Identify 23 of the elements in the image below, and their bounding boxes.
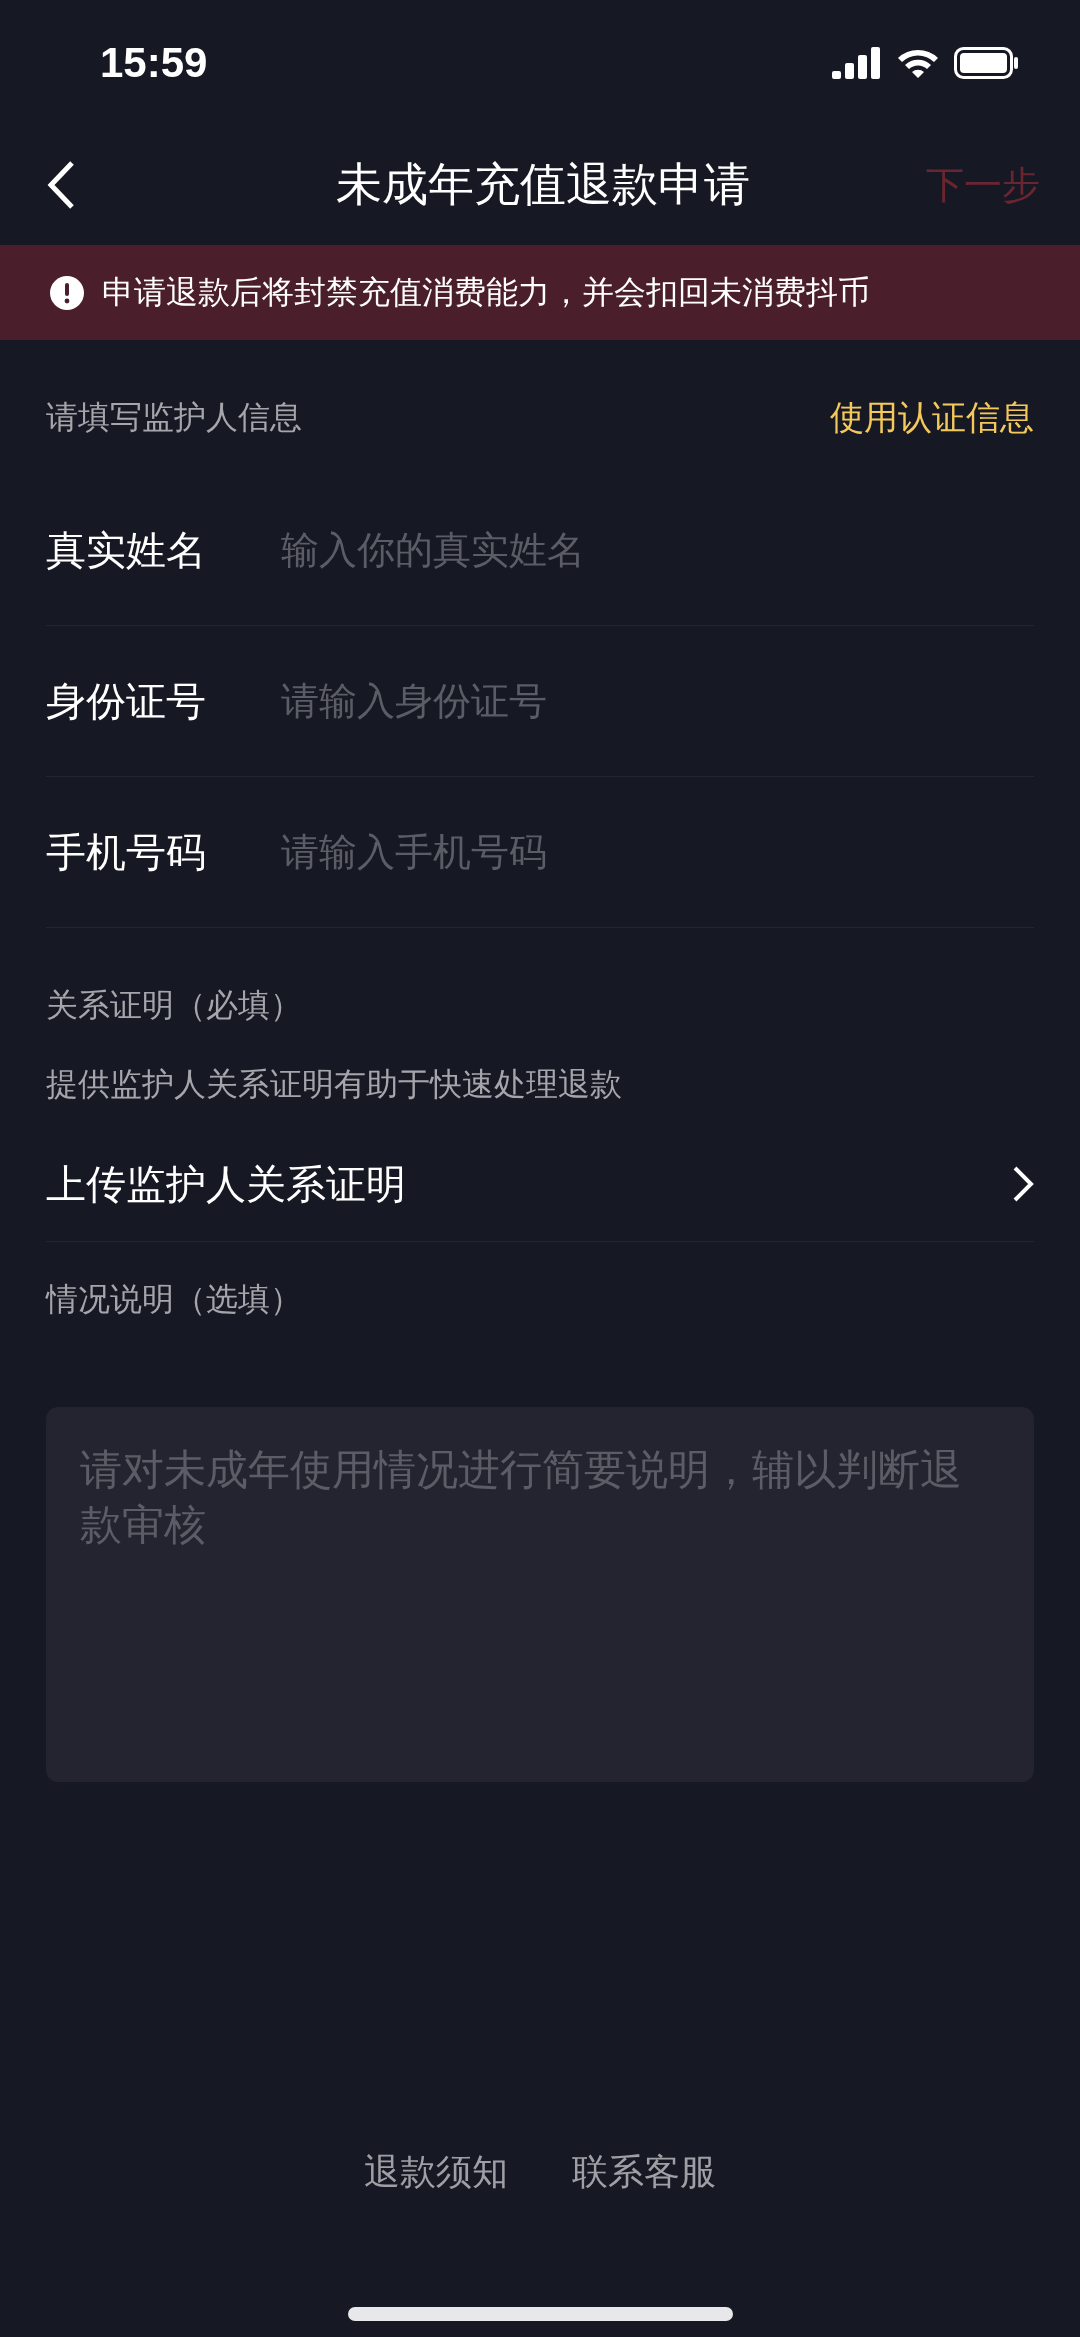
battery-icon [954,46,1020,79]
footer-link[interactable]: 退款须知 [364,2148,508,2197]
upload-proof-item[interactable]: 上传监护人关系证明 [46,1127,1034,1242]
hint-text: 提供监护人关系证明有助于快速处理退款 [46,1064,623,1105]
input-field[interactable]: 请输入手机号码 [281,830,1034,874]
status-time: 15:59 [100,38,208,87]
field-label: 手机号码 [46,827,207,877]
field-label: 真实姓名 [46,525,207,575]
warning-icon [50,275,84,310]
chevron-right-icon [1012,1165,1034,1203]
back-button[interactable] [46,160,76,210]
section-heading: 关系证明（必填） [46,984,302,1026]
input-field[interactable]: 请输入身份证号 [281,679,1034,723]
description-field[interactable]: 请对未成年使用情况进行简要说明，辅以判断退款审核 [46,1407,1034,1782]
page-title: 未成年充值退款申请 [336,156,750,213]
signal-icon [832,46,882,79]
section-heading: 情况说明（选填） [46,1278,302,1320]
section-heading: 请填写监护人信息 [46,396,302,438]
field-label: 身份证号 [46,676,207,726]
use-verified-info-link[interactable]: 使用认证信息 [830,394,1034,441]
input-field[interactable]: 输入你的真实姓名 [281,528,1034,572]
footer-link[interactable]: 联系客服 [572,2148,716,2197]
warning-text: 申请退款后将封禁充值消费能力，并会扣回未消费抖币 [102,271,870,313]
